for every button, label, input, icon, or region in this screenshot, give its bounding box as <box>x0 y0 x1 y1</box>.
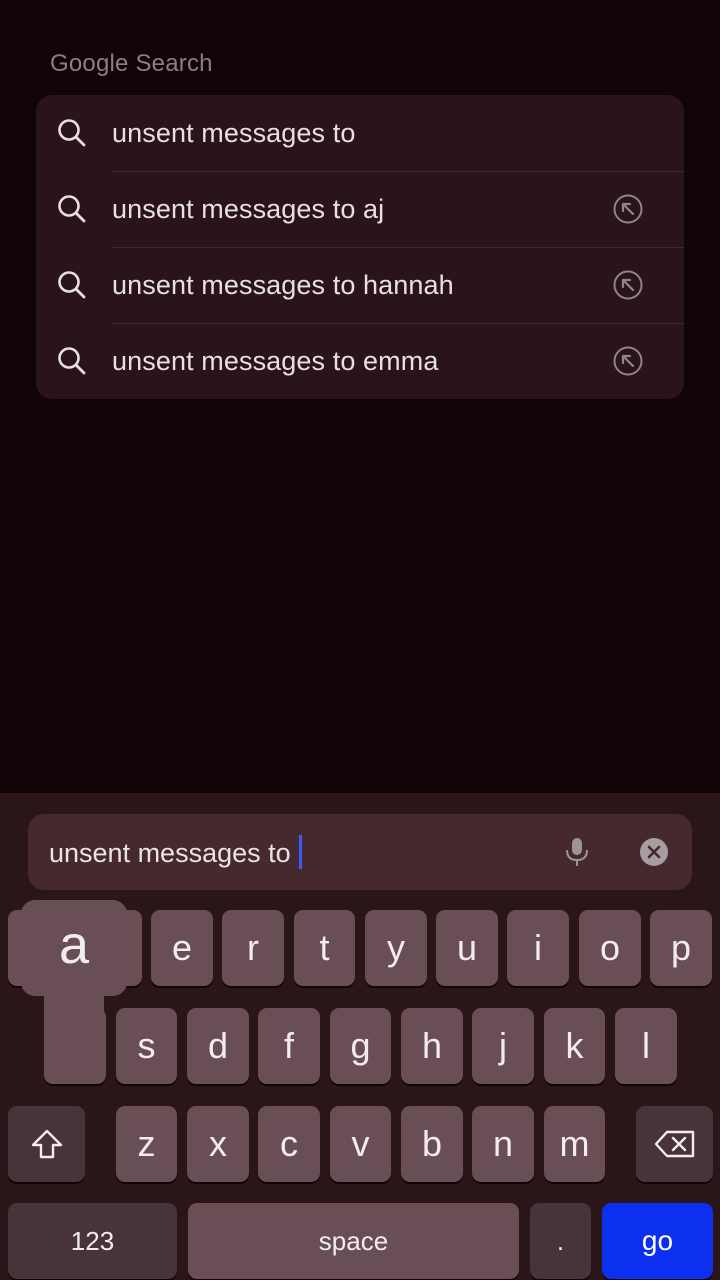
key-z[interactable]: z <box>116 1106 177 1182</box>
period-key[interactable]: . <box>530 1203 591 1279</box>
key-l[interactable]: l <box>615 1008 677 1084</box>
shift-key[interactable] <box>8 1106 85 1182</box>
key-h[interactable]: h <box>401 1008 463 1084</box>
screen: Google Search unsent messages to unsent … <box>0 0 720 1280</box>
key-j[interactable]: j <box>472 1008 534 1084</box>
fill-query-arrow-icon[interactable] <box>612 193 644 225</box>
key-r[interactable]: r <box>222 910 284 986</box>
suggestion-text: unsent messages to aj <box>112 193 385 224</box>
fill-query-arrow-icon[interactable] <box>612 345 644 377</box>
key-k[interactable]: k <box>544 1008 605 1084</box>
search-icon <box>58 195 86 223</box>
search-icon <box>58 271 86 299</box>
go-key[interactable]: go <box>602 1203 713 1279</box>
key-y[interactable]: y <box>365 910 427 986</box>
key-o[interactable]: o <box>579 910 641 986</box>
suggestion-item-0[interactable]: unsent messages to <box>36 95 684 171</box>
key-i[interactable]: i <box>507 910 569 986</box>
key-n[interactable]: n <box>472 1106 534 1182</box>
key-f[interactable]: f <box>258 1008 320 1084</box>
backspace-icon <box>654 1130 694 1158</box>
backspace-key[interactable] <box>636 1106 713 1182</box>
key-m[interactable]: m <box>544 1106 605 1182</box>
search-icon <box>58 119 86 147</box>
key-c[interactable]: c <box>258 1106 320 1182</box>
search-icon <box>58 347 86 375</box>
key-t[interactable]: t <box>294 910 355 986</box>
address-bar[interactable]: unsent messages to <box>28 814 692 890</box>
key-v[interactable]: v <box>330 1106 391 1182</box>
clear-icon[interactable] <box>639 837 669 867</box>
key-press-popup: a <box>21 900 127 1084</box>
key-x[interactable]: x <box>187 1106 249 1182</box>
suggestion-text: unsent messages to hannah <box>112 269 454 300</box>
fill-query-arrow-icon[interactable] <box>612 269 644 301</box>
numbers-key[interactable]: 123 <box>8 1203 177 1279</box>
suggestions-list: unsent messages to unsent messages to aj… <box>36 95 684 399</box>
microphone-icon[interactable] <box>562 836 592 868</box>
key-b[interactable]: b <box>401 1106 463 1182</box>
suggestion-item-1[interactable]: unsent messages to aj <box>36 171 684 247</box>
shift-icon <box>31 1129 62 1159</box>
key-d[interactable]: d <box>187 1008 249 1084</box>
address-input[interactable]: unsent messages to <box>49 835 303 869</box>
suggestion-text: unsent messages to <box>112 117 356 148</box>
key-u[interactable]: u <box>436 910 498 986</box>
address-input-value: unsent messages to <box>49 838 299 868</box>
text-caret <box>299 835 303 869</box>
space-key[interactable]: space <box>188 1203 519 1279</box>
suggestions-section-title: Google Search <box>50 50 213 77</box>
suggestion-item-2[interactable]: unsent messages to hannah <box>36 247 684 323</box>
key-g[interactable]: g <box>330 1008 391 1084</box>
key-p[interactable]: p <box>650 910 712 986</box>
suggestion-text: unsent messages to emma <box>112 345 439 376</box>
suggestion-item-3[interactable]: unsent messages to emma <box>36 323 684 399</box>
key-press-popup-letter: a <box>58 915 90 975</box>
key-e[interactable]: e <box>151 910 213 986</box>
